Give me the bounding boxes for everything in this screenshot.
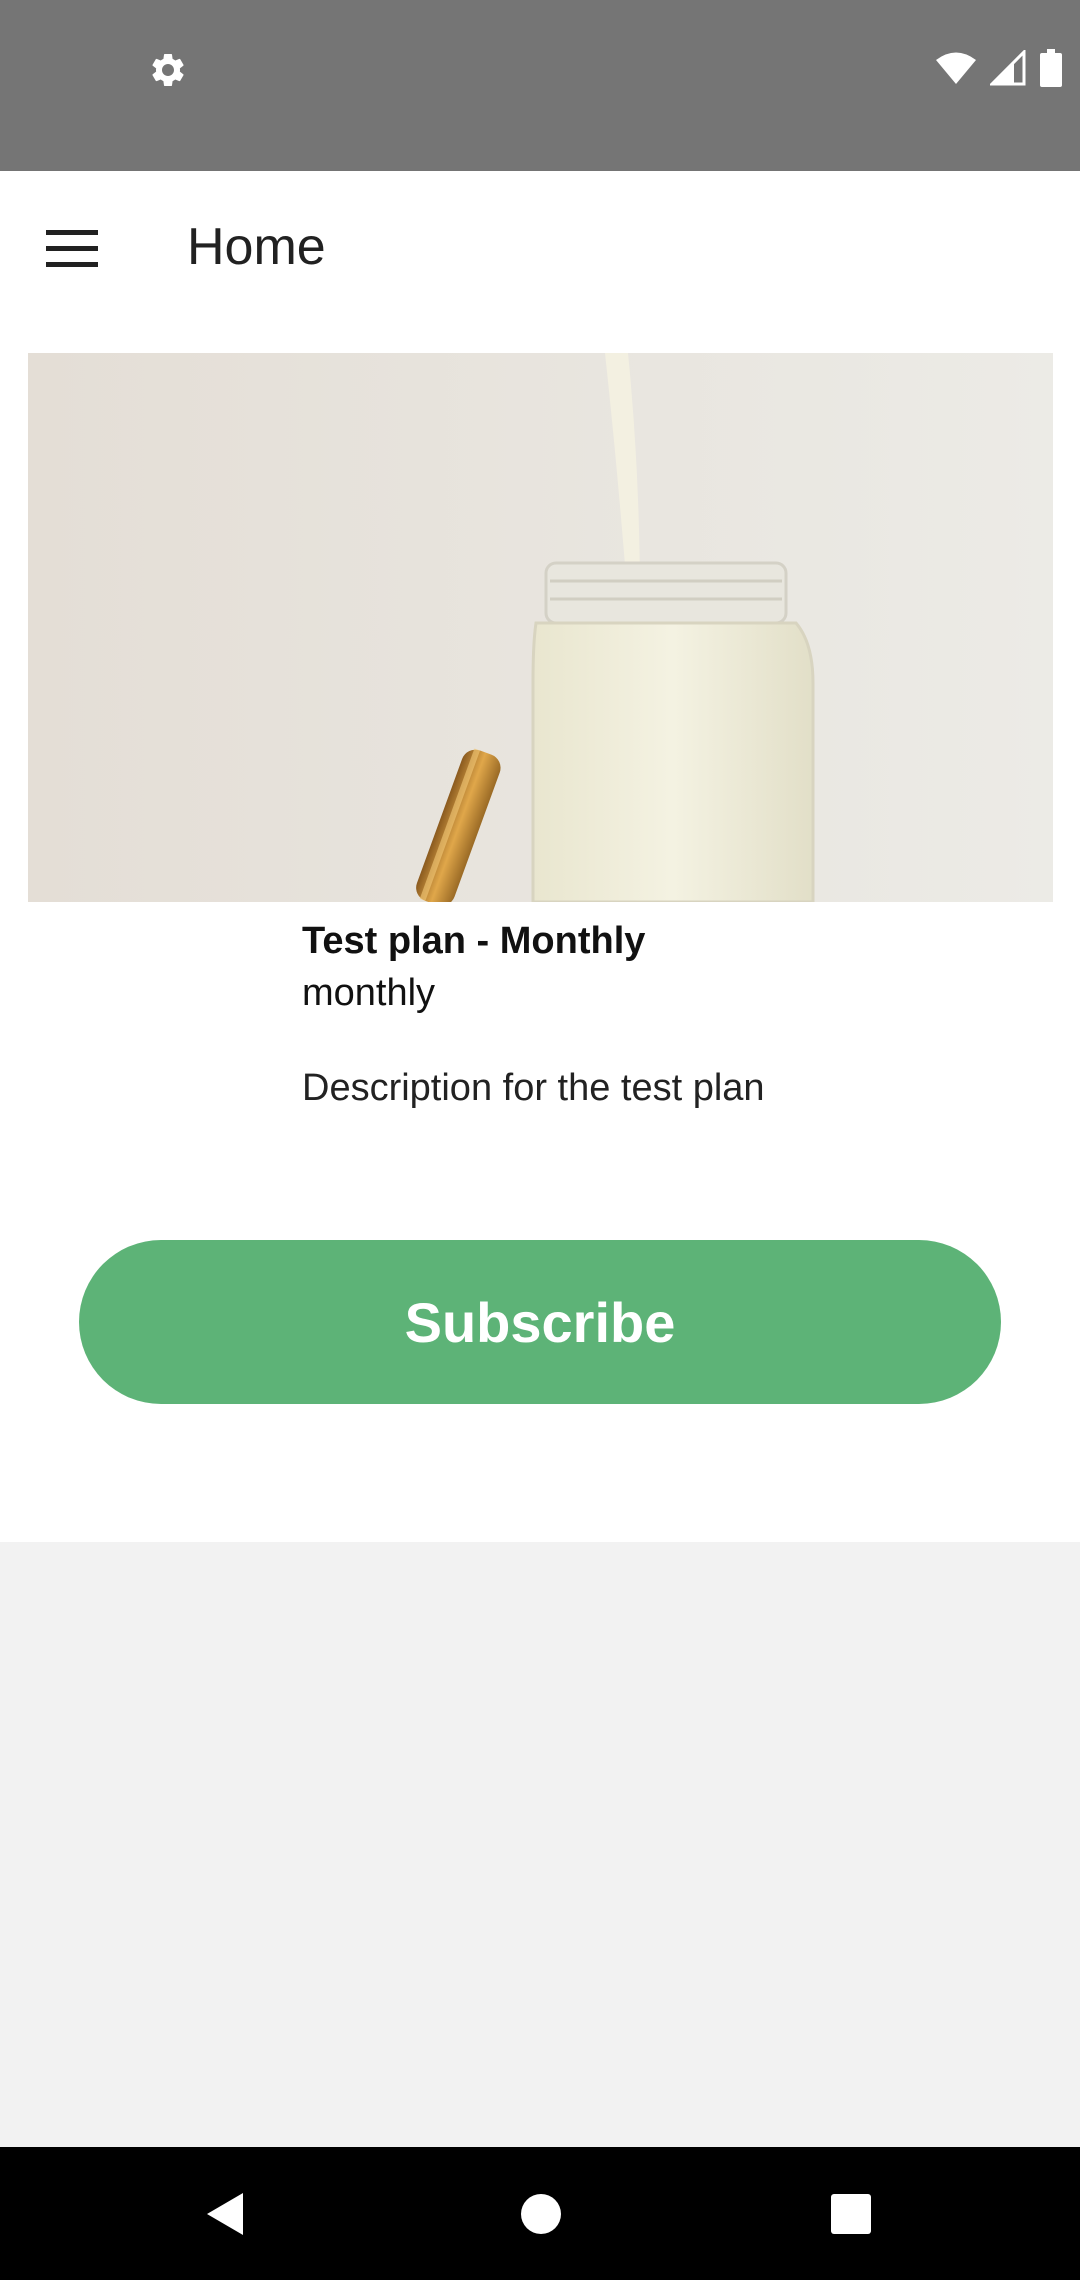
cellular-signal-icon <box>990 50 1026 86</box>
plan-interval: monthly <box>302 972 436 1014</box>
hamburger-menu-icon[interactable] <box>30 207 114 291</box>
plan-image <box>28 353 1053 902</box>
battery-icon <box>1040 49 1062 87</box>
status-bar <box>0 0 1080 171</box>
system-icons <box>936 48 1062 88</box>
back-icon[interactable] <box>158 2147 291 2280</box>
plan-description: Description for the test plan <box>302 1067 765 1109</box>
subscribe-button[interactable]: Subscribe <box>79 1240 1001 1404</box>
home-icon[interactable] <box>474 2147 607 2280</box>
app-bar: Home <box>0 171 1080 327</box>
settings-gear-icon <box>152 53 184 86</box>
page-title: Home <box>187 218 326 276</box>
system-nav-bar <box>0 2147 1080 2280</box>
recents-icon[interactable] <box>784 2147 917 2280</box>
plan-title: Test plan - Monthly <box>302 920 646 962</box>
plan-card: Test plan - Monthly monthly Description … <box>0 327 1080 1542</box>
wifi-icon <box>936 52 976 84</box>
